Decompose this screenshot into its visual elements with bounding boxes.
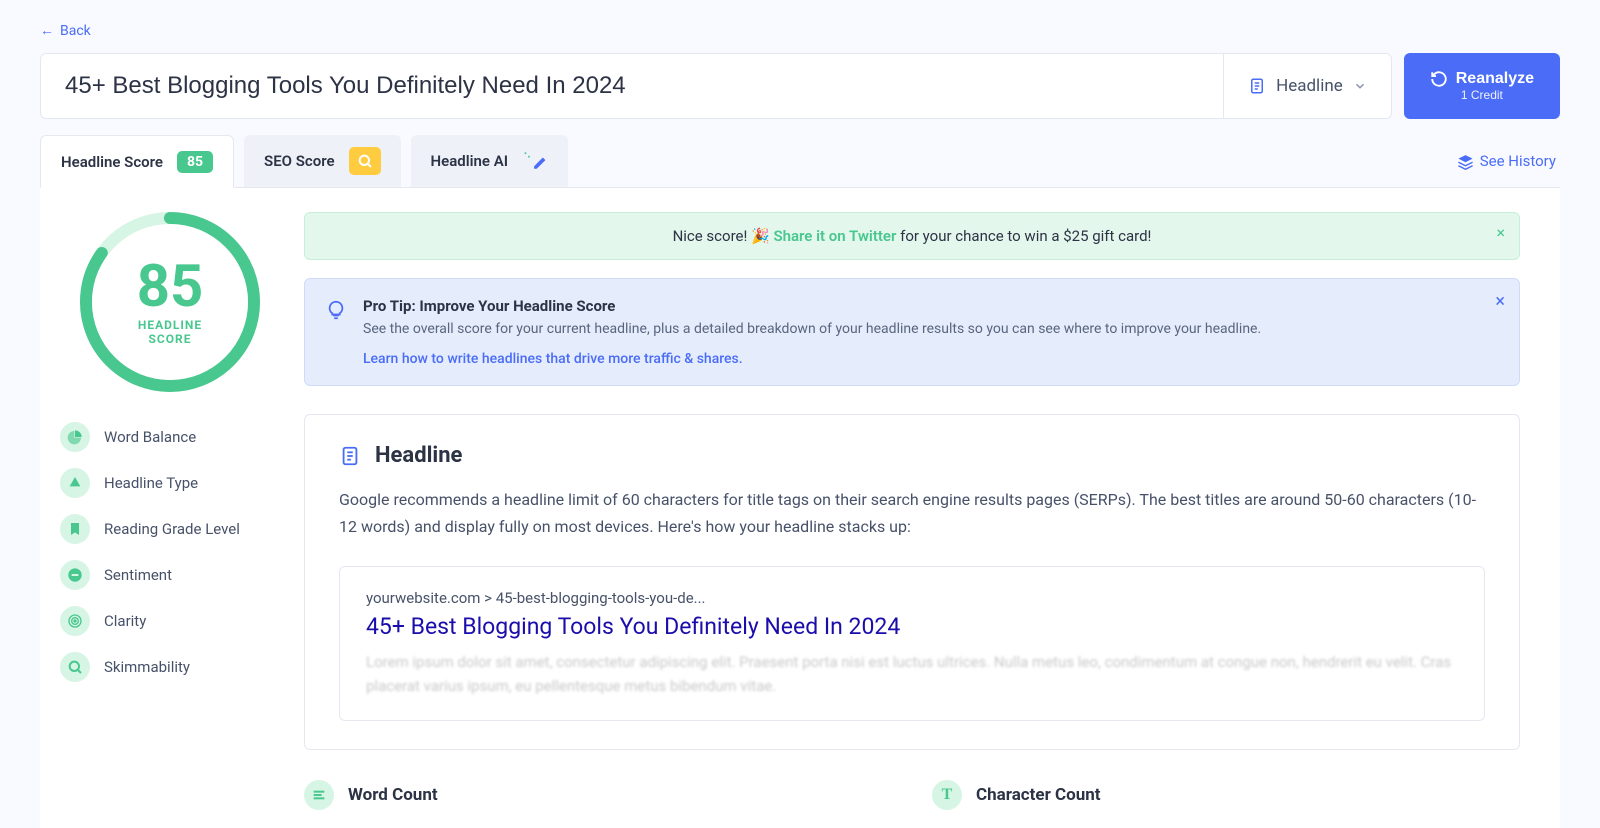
serp-placeholder: Lorem ipsum dolor sit amet, consectetur … bbox=[366, 650, 1458, 698]
shapes-icon bbox=[60, 468, 90, 498]
refresh-icon bbox=[1430, 70, 1448, 88]
metric-label: Sentiment bbox=[104, 566, 172, 584]
metric-reading-grade[interactable]: Reading Grade Level bbox=[60, 514, 280, 544]
metric-label: Skimmability bbox=[104, 658, 190, 676]
target-icon bbox=[60, 606, 90, 636]
metric-headline-type[interactable]: Headline Type bbox=[60, 468, 280, 498]
tab-headline-ai[interactable]: Headline AI bbox=[411, 135, 569, 187]
type-label: Headline bbox=[1276, 76, 1343, 96]
tab-label: SEO Score bbox=[264, 152, 334, 170]
alert-success: Nice score! 🎉 Share it on Twitter for yo… bbox=[304, 212, 1520, 260]
reanalyze-button[interactable]: Reanalyze 1 Credit bbox=[1404, 53, 1560, 119]
text-icon: T bbox=[932, 780, 962, 810]
serp-breadcrumb: yourwebsite.com > 45-best-blogging-tools… bbox=[366, 589, 1458, 607]
tab-label: Headline AI bbox=[431, 152, 509, 170]
back-link[interactable]: ← Back bbox=[40, 22, 91, 39]
alert-post: for your chance to win a $25 gift card! bbox=[900, 227, 1151, 245]
lines-icon bbox=[304, 780, 334, 810]
serp-title: 45+ Best Blogging Tools You Definitely N… bbox=[366, 613, 1458, 640]
headline-row: Headline bbox=[40, 53, 1392, 119]
protip-link[interactable]: Learn how to write headlines that drive … bbox=[363, 351, 743, 367]
content-scroll[interactable]: 85 HEADLINE SCORE Word Balance Headline … bbox=[40, 188, 1560, 828]
back-label: Back bbox=[60, 23, 91, 39]
metric-skimmability[interactable]: Skimmability bbox=[60, 652, 280, 682]
char-count-item: T Character Count bbox=[932, 780, 1520, 810]
protip-title: Pro Tip: Improve Your Headline Score bbox=[363, 297, 1499, 315]
lightbulb-icon bbox=[325, 299, 347, 367]
metric-word-balance[interactable]: Word Balance bbox=[60, 422, 280, 452]
reanalyze-label: Reanalyze bbox=[1456, 70, 1534, 88]
tab-seo-score[interactable]: SEO Score bbox=[244, 135, 400, 187]
arrow-left-icon: ← bbox=[40, 22, 54, 39]
close-icon[interactable]: × bbox=[1496, 223, 1505, 242]
char-count-label: Character Count bbox=[976, 785, 1101, 805]
score-badge: 85 bbox=[177, 151, 213, 173]
headline-panel: Headline Google recommends a headline li… bbox=[304, 414, 1520, 750]
bookmark-icon bbox=[60, 514, 90, 544]
metric-label: Headline Type bbox=[104, 474, 198, 492]
search-icon bbox=[60, 652, 90, 682]
minus-circle-icon bbox=[60, 560, 90, 590]
score-gauge: 85 HEADLINE SCORE bbox=[80, 212, 260, 392]
word-count-label: Word Count bbox=[348, 785, 438, 805]
see-history-label: See History bbox=[1480, 152, 1556, 170]
score-label-2: SCORE bbox=[149, 332, 192, 346]
document-icon bbox=[339, 445, 361, 467]
serp-preview: yourwebsite.com > 45-best-blogging-tools… bbox=[339, 566, 1485, 721]
metric-label: Clarity bbox=[104, 612, 146, 630]
type-select[interactable]: Headline bbox=[1223, 54, 1391, 118]
search-icon bbox=[349, 147, 381, 175]
see-history-link[interactable]: See History bbox=[1457, 152, 1560, 170]
metric-label: Reading Grade Level bbox=[104, 520, 240, 538]
chevron-down-icon bbox=[1353, 79, 1367, 93]
panel-desc: Google recommends a headline limit of 60… bbox=[339, 486, 1485, 540]
pie-icon bbox=[60, 422, 90, 452]
metric-label: Word Balance bbox=[104, 428, 196, 446]
magic-pencil-icon bbox=[522, 150, 548, 172]
protip-desc: See the overall score for your current h… bbox=[363, 319, 1499, 340]
close-icon[interactable]: × bbox=[1495, 291, 1505, 312]
alert-pre: Nice score! 🎉 bbox=[673, 227, 774, 245]
metric-sentiment[interactable]: Sentiment bbox=[60, 560, 280, 590]
word-count-item: Word Count bbox=[304, 780, 892, 810]
tab-label: Headline Score bbox=[61, 153, 163, 171]
layers-icon bbox=[1457, 153, 1474, 170]
panel-title: Headline bbox=[375, 443, 462, 468]
score-label-1: HEADLINE bbox=[138, 318, 202, 332]
alert-protip: Pro Tip: Improve Your Headline Score See… bbox=[304, 278, 1520, 386]
score-value: 85 bbox=[137, 258, 204, 316]
tab-headline-score[interactable]: Headline Score 85 bbox=[40, 135, 234, 188]
headline-input[interactable] bbox=[41, 54, 1223, 118]
twitter-share-link[interactable]: Share it on Twitter bbox=[773, 227, 896, 245]
document-icon bbox=[1248, 77, 1266, 95]
metric-clarity[interactable]: Clarity bbox=[60, 606, 280, 636]
reanalyze-sublabel: 1 Credit bbox=[1461, 88, 1503, 102]
